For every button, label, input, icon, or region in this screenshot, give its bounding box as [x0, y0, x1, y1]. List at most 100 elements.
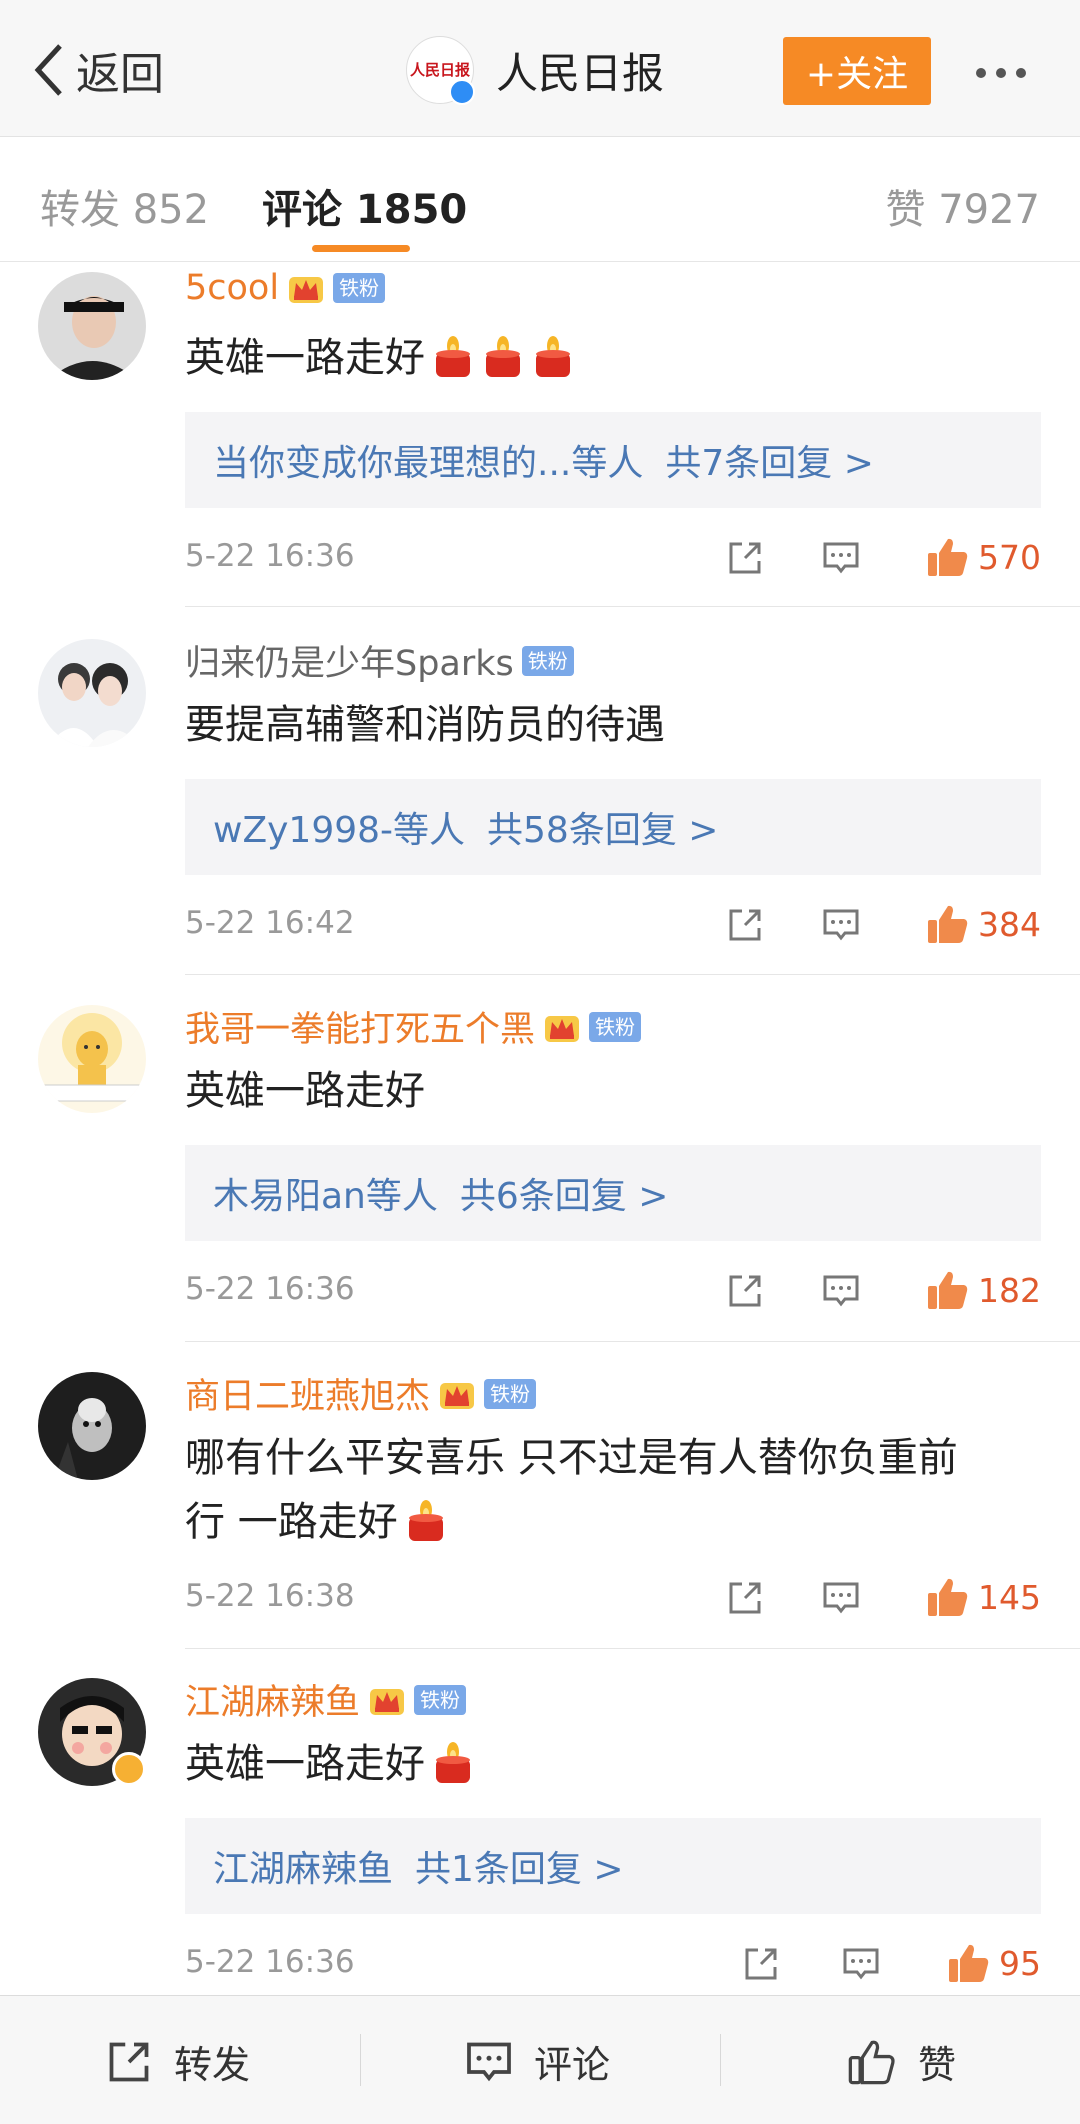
- comment-text-line: 行 一路走好: [185, 1499, 398, 1545]
- fan-badge: 铁粉: [333, 273, 386, 303]
- comment-header: 归来仍是少年Sparks 铁粉: [185, 635, 574, 686]
- comment-text-block: 哪有什么平安喜乐 只不过是有人替你负重前 行 一路走好: [185, 1426, 1045, 1554]
- comment-icon[interactable]: [821, 1271, 861, 1311]
- username[interactable]: 江湖麻辣鱼: [185, 1674, 360, 1725]
- candle-icon: [431, 1739, 475, 1785]
- username[interactable]: 5cool: [185, 268, 279, 308]
- like-button[interactable]: 570: [924, 534, 1041, 580]
- repost-label: 转发: [174, 2043, 251, 2087]
- reply-count: 共6条回复 >: [459, 1176, 669, 1217]
- timestamp: 5-22 16:36: [185, 1944, 355, 1980]
- thumbs-up-icon: [924, 901, 970, 947]
- reply-count: 共1条回复 >: [415, 1849, 624, 1890]
- share-icon[interactable]: [725, 1271, 765, 1311]
- like-count: 182: [978, 1270, 1041, 1310]
- chevron-left-icon: [34, 44, 62, 96]
- comment-icon: [467, 2042, 511, 2081]
- share-icon[interactable]: [725, 1578, 765, 1618]
- reply-users: 江湖麻辣鱼: [213, 1849, 394, 1890]
- crown-icon: [438, 1377, 476, 1411]
- comment-text: 要提高辅警和消防员的待遇: [185, 702, 665, 748]
- candle-icon: [531, 333, 575, 379]
- candle-icon: [481, 333, 525, 379]
- like-button[interactable]: 182: [924, 1267, 1041, 1313]
- comment-icon[interactable]: [821, 1578, 861, 1618]
- comment-text-row: 英雄一路走好: [185, 1732, 1045, 1796]
- thumbs-up-icon: [945, 1940, 991, 1986]
- comment-meta: 5-22 16:42 384: [185, 899, 1041, 949]
- timestamp: 5-22 16:38: [185, 1578, 355, 1614]
- account-name: 人民日报: [496, 48, 665, 98]
- follow-button[interactable]: +关注: [783, 37, 931, 105]
- logo-text: 人民日报: [409, 61, 470, 79]
- comment-icon[interactable]: [821, 905, 861, 945]
- comment-text-row: 英雄一路走好: [185, 326, 1045, 390]
- username[interactable]: 商日二班燕旭杰: [185, 1368, 430, 1419]
- like-count: 95: [999, 1943, 1041, 1983]
- comment-meta: 5-22 16:36 95: [185, 1938, 1041, 1988]
- avatar[interactable]: [38, 1005, 146, 1113]
- username[interactable]: 归来仍是少年Sparks: [185, 635, 514, 686]
- comment-button[interactable]: 评论: [464, 2034, 610, 2089]
- reply-users: 当你变成你最理想的...等人: [213, 443, 644, 484]
- candle-icon: [404, 1497, 448, 1543]
- tab-repost[interactable]: 转发 852: [40, 177, 209, 235]
- share-icon: [109, 2042, 149, 2081]
- comment-text: 英雄一路走好: [185, 335, 425, 381]
- reply-preview[interactable]: 木易阳an等人 共6条回复 >: [185, 1145, 1041, 1241]
- top-nav-bar: 返回 人民日报 人民日报 +关注: [0, 0, 1080, 137]
- fan-badge: 铁粉: [484, 1378, 537, 1409]
- more-options-icon[interactable]: [976, 68, 1026, 78]
- comment-header: 商日二班燕旭杰 铁粉: [185, 1368, 537, 1419]
- repost-button[interactable]: 转发: [104, 2034, 250, 2089]
- share-icon[interactable]: [725, 905, 765, 945]
- thumbs-up-icon: [924, 534, 970, 580]
- thumbs-up-icon: [848, 2040, 895, 2084]
- tab-comments[interactable]: 评论 1850: [262, 177, 467, 235]
- tab-likes[interactable]: 赞 7927: [885, 177, 1040, 235]
- comment-header: 我哥一拳能打死五个黑 铁粉: [185, 1001, 642, 1052]
- separator: [720, 2034, 721, 2086]
- username[interactable]: 我哥一拳能打死五个黑: [185, 1001, 535, 1052]
- share-icon[interactable]: [741, 1944, 781, 1984]
- timestamp: 5-22 16:36: [185, 538, 355, 574]
- back-label: 返回: [76, 49, 164, 100]
- account-header[interactable]: 人民日报 人民日报: [406, 36, 665, 105]
- fan-badge: 铁粉: [414, 1684, 467, 1715]
- reply-users: wZy1998-等人: [213, 810, 466, 851]
- comment-header: 江湖麻辣鱼 铁粉: [185, 1674, 467, 1725]
- divider: [185, 606, 1080, 607]
- crown-icon: [368, 1683, 406, 1717]
- avatar[interactable]: [38, 1372, 146, 1480]
- reply-preview[interactable]: wZy1998-等人 共58条回复 >: [185, 779, 1041, 875]
- active-tab-indicator: [312, 245, 410, 252]
- candle-icon: [431, 333, 475, 379]
- avatar[interactable]: [38, 272, 146, 380]
- like-button[interactable]: 384: [924, 901, 1041, 947]
- comment-meta: 5-22 16:36 570: [185, 532, 1041, 582]
- comment-meta: 5-22 16:38 145: [185, 1572, 1041, 1622]
- comment-icon[interactable]: [821, 538, 861, 578]
- divider: [185, 974, 1080, 975]
- like-button[interactable]: 145: [924, 1574, 1041, 1620]
- reply-preview[interactable]: 江湖麻辣鱼 共1条回复 >: [185, 1818, 1041, 1914]
- bottom-action-bar: 转发 评论 赞: [0, 1995, 1080, 2124]
- separator: [360, 2034, 361, 2086]
- avatar[interactable]: [38, 639, 146, 747]
- timestamp: 5-22 16:36: [185, 1271, 355, 1307]
- like-count: 145: [978, 1577, 1041, 1617]
- thumbs-up-icon: [924, 1267, 970, 1313]
- like-button[interactable]: 95: [945, 1940, 1041, 1986]
- comment-icon[interactable]: [841, 1944, 881, 1984]
- crown-icon: [543, 1010, 581, 1044]
- reply-count: 共7条回复 >: [665, 443, 874, 484]
- reply-preview[interactable]: 当你变成你最理想的...等人 共7条回复 >: [185, 412, 1041, 508]
- back-button[interactable]: 返回: [30, 40, 164, 100]
- divider: [185, 1341, 1080, 1342]
- like-label: 赞: [918, 2043, 957, 2087]
- share-icon[interactable]: [725, 538, 765, 578]
- like-count: 570: [978, 537, 1041, 577]
- thumbs-up-icon: [924, 1574, 970, 1620]
- comment-header: 5cool 铁粉: [185, 268, 386, 308]
- like-post-button[interactable]: 赞: [846, 2034, 956, 2089]
